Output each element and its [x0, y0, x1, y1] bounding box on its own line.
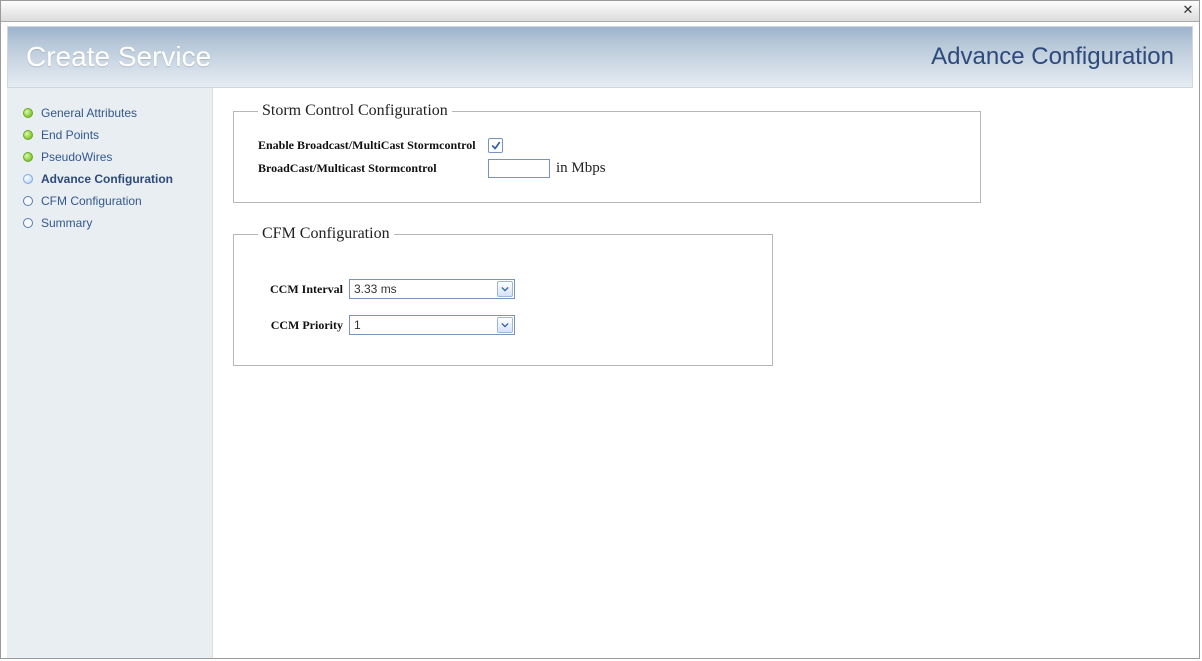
step-complete-icon: [23, 130, 33, 140]
wizard-step-advance-configuration[interactable]: Advance Configuration: [7, 168, 212, 190]
enable-stormcontrol-label: Enable Broadcast/MultiCast Stormcontrol: [258, 138, 488, 153]
wizard-steps-sidebar: General Attributes End Points PseudoWire…: [7, 88, 213, 658]
main-content: Storm Control Configuration Enable Broad…: [213, 88, 1193, 658]
page-subtitle: Advance Configuration: [931, 43, 1174, 71]
stormcontrol-rate-label: BroadCast/Multicast Stormcontrol: [258, 161, 488, 176]
wizard-step-label: Summary: [41, 216, 92, 230]
wizard-step-summary[interactable]: Summary: [7, 212, 212, 234]
wizard-step-cfm-configuration[interactable]: CFM Configuration: [7, 190, 212, 212]
wizard-step-general-attributes[interactable]: General Attributes: [7, 102, 212, 124]
wizard-step-label: Advance Configuration: [41, 172, 173, 186]
header-banner: Create Service Advance Configuration: [7, 26, 1193, 88]
wizard-step-label: PseudoWires: [41, 150, 112, 164]
step-complete-icon: [23, 152, 33, 162]
step-pending-icon: [23, 218, 33, 228]
ccm-priority-label: CCM Priority: [258, 318, 349, 333]
ccm-priority-value: 1: [350, 318, 497, 332]
chevron-down-icon: [497, 281, 513, 297]
wizard-step-label: End Points: [41, 128, 99, 142]
cfm-configuration-fieldset: CFM Configuration CCM Interval 3.33 ms C…: [233, 225, 773, 366]
wizard-step-end-points[interactable]: End Points: [7, 124, 212, 146]
ccm-interval-value: 3.33 ms: [350, 282, 497, 296]
step-complete-icon: [23, 108, 33, 118]
stormcontrol-rate-unit: in Mbps: [556, 160, 606, 177]
wizard-step-label: CFM Configuration: [41, 194, 142, 208]
cfm-configuration-legend: CFM Configuration: [258, 225, 394, 243]
stormcontrol-rate-input[interactable]: [488, 159, 550, 178]
close-icon[interactable]: ✕: [1181, 3, 1195, 17]
chevron-down-icon: [497, 317, 513, 333]
window-titlebar: ✕: [1, 1, 1199, 22]
ccm-interval-label: CCM Interval: [258, 282, 349, 297]
wizard-step-label: General Attributes: [41, 106, 137, 120]
storm-control-fieldset: Storm Control Configuration Enable Broad…: [233, 102, 981, 203]
ccm-priority-select[interactable]: 1: [349, 315, 515, 335]
create-service-window: ✕ Create Service Advance Configuration G…: [0, 0, 1200, 659]
step-current-icon: [23, 174, 33, 184]
step-pending-icon: [23, 196, 33, 206]
wizard-step-pseudowires[interactable]: PseudoWires: [7, 146, 212, 168]
page-title: Create Service: [26, 41, 211, 73]
check-icon: [491, 141, 501, 151]
storm-control-legend: Storm Control Configuration: [258, 102, 452, 120]
ccm-interval-select[interactable]: 3.33 ms: [349, 279, 515, 299]
enable-stormcontrol-checkbox[interactable]: [488, 138, 503, 153]
